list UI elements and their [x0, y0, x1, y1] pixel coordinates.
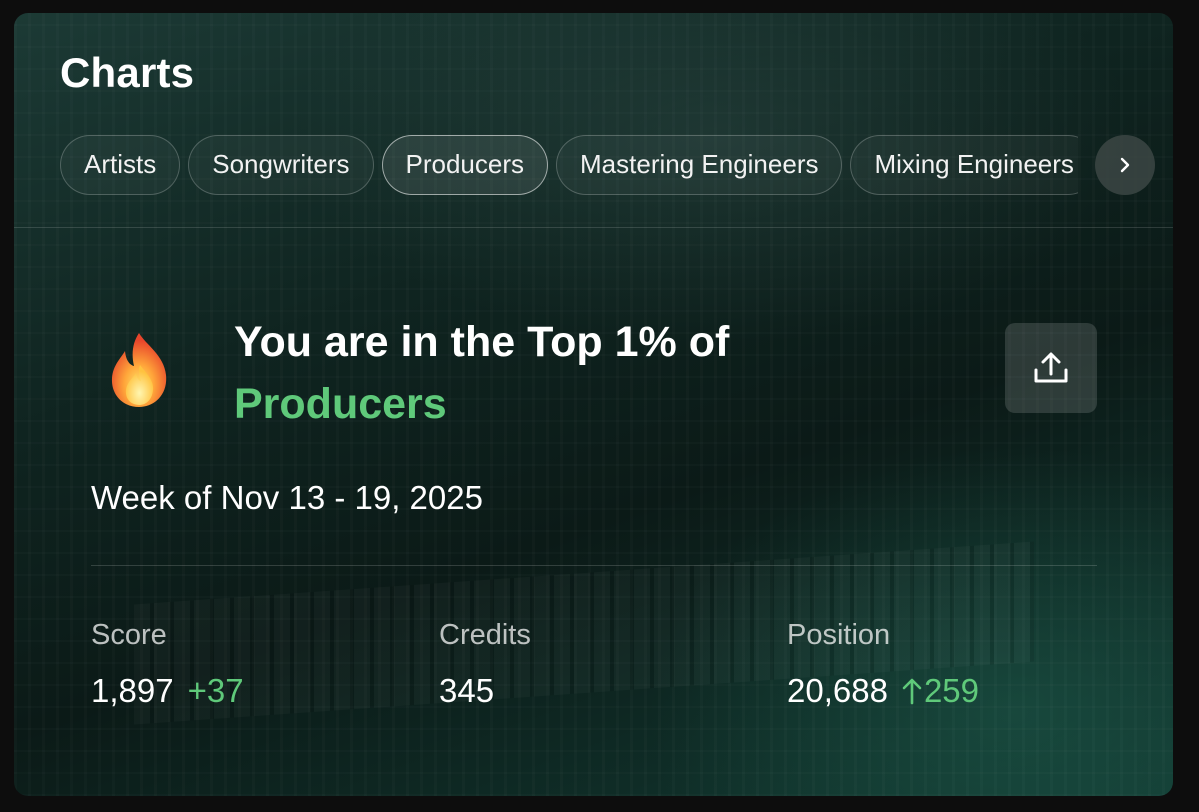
share-button[interactable] — [1005, 323, 1097, 413]
category-tabs: Artists Songwriters Producers Mastering Eng… — [60, 135, 1078, 195]
stats-divider — [91, 565, 1097, 566]
week-range: Week of Nov 13 - 19, 2025 — [91, 479, 483, 516]
score-value-row: 1,897 +37 — [91, 672, 244, 710]
top-percent-headline: You are in the Top 1% of Producers — [234, 311, 729, 435]
tab-mastering-engineers[interactable]: Mastering Engineers — [556, 135, 843, 195]
fire-icon — [111, 333, 167, 407]
score-delta: +37 — [187, 672, 244, 709]
tab-artists[interactable]: Artists — [60, 135, 181, 195]
arrow-up-icon — [902, 678, 922, 705]
headline-text: You are in the Top 1% of — [234, 318, 730, 366]
position-value-row: 20,688 259 — [787, 672, 979, 710]
credits-value-row: 345 — [439, 672, 531, 710]
position-value: 20,688 — [787, 672, 888, 709]
charts-card: Charts Artists Songwriters Producers Master… — [14, 13, 1173, 796]
page-title: Charts — [60, 49, 195, 96]
tab-producers[interactable]: Producers — [381, 135, 549, 195]
chevron-right-icon — [1120, 157, 1130, 173]
position-label: Position — [787, 619, 891, 651]
credits-label: Credits — [439, 619, 531, 651]
position-delta: 259 — [902, 672, 979, 709]
tab-mixing-engineers[interactable]: Mixing Engineers — [850, 135, 1078, 195]
stat-score: Score 1,897 +37 — [91, 619, 244, 710]
stat-credits: Credits 345 — [439, 619, 531, 710]
header-divider — [14, 227, 1173, 228]
tab-songwriters[interactable]: Songwriters — [188, 135, 374, 195]
page-frame: Charts Artists Songwriters Producers Master… — [0, 0, 1199, 812]
score-value: 1,897 — [91, 672, 174, 709]
credits-value: 345 — [439, 672, 495, 709]
position-delta-value: 259 — [923, 672, 979, 709]
tabs-next-button[interactable] — [1095, 135, 1155, 195]
stat-position: Position 20,688 259 — [787, 619, 979, 710]
headline-category: Producers — [234, 380, 447, 428]
share-upload-icon — [1034, 352, 1068, 383]
score-label: Score — [91, 619, 167, 651]
